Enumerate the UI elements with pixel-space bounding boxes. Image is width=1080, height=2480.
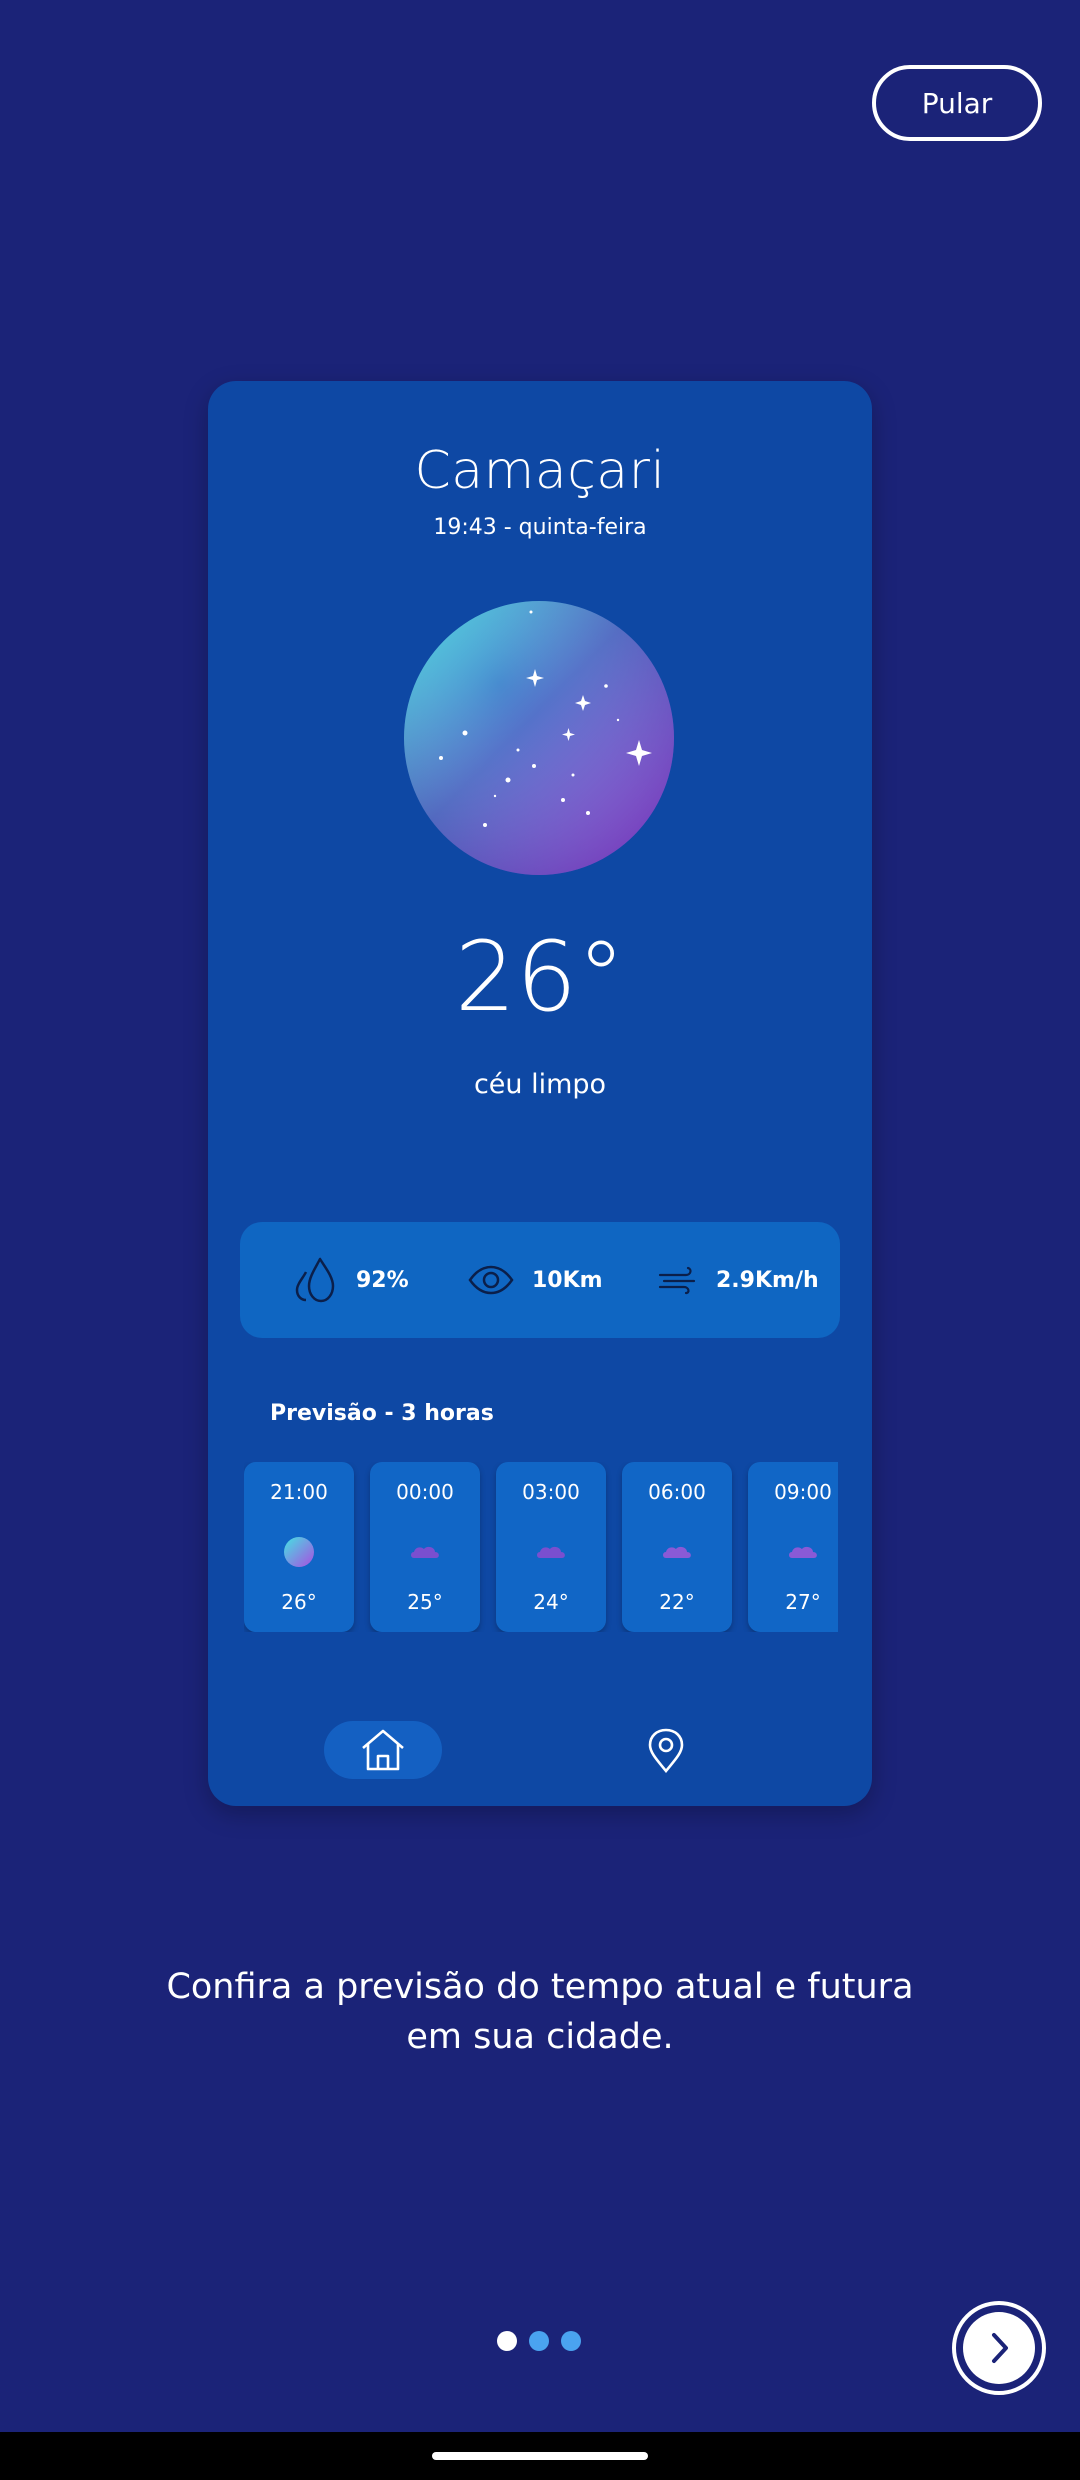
- nav-location-button[interactable]: [634, 1721, 698, 1779]
- cloud-icon: [663, 1546, 691, 1558]
- visibility-stat: 10Km: [468, 1222, 603, 1338]
- wind-value: 2.9Km/h: [716, 1267, 819, 1293]
- wind-icon: [658, 1266, 696, 1295]
- nav-home-button[interactable]: [324, 1721, 442, 1779]
- cloud-icon: [411, 1546, 439, 1558]
- forecast-item: 00:00 25°: [370, 1462, 480, 1632]
- forecast-item: 21:00 26°: [244, 1462, 354, 1632]
- humidity-stat: 92%: [292, 1222, 409, 1338]
- eye-icon: [468, 1265, 514, 1295]
- skip-button[interactable]: Pular: [872, 65, 1042, 141]
- visibility-value: 10Km: [532, 1267, 603, 1293]
- cloud-icon: [789, 1546, 817, 1558]
- cloud-icon: [537, 1546, 565, 1558]
- forecast-title: Previsão - 3 horas: [270, 1401, 494, 1426]
- forecast-time: 00:00: [396, 1480, 454, 1504]
- forecast-temp: 26°: [281, 1590, 317, 1614]
- clear-night-orb-icon: [404, 601, 674, 875]
- forecast-item: 09:00 27°: [748, 1462, 838, 1632]
- weather-preview-card: Camaçari 19:43 - quinta-feira 26° céu li…: [208, 381, 872, 1806]
- forecast-item: 03:00 24°: [496, 1462, 606, 1632]
- weather-stats-panel: 92% 10Km 2.9Km/h: [240, 1222, 840, 1338]
- forecast-time: 03:00: [522, 1480, 580, 1504]
- system-navigation-bar: [0, 2432, 1080, 2480]
- onboarding-description: Confira a previsão do tempo atual e futu…: [166, 1967, 914, 2057]
- page-dot: [529, 2331, 549, 2351]
- humidity-value: 92%: [356, 1267, 409, 1293]
- forecast-item: 06:00 22°: [622, 1462, 732, 1632]
- current-temperature: 26°: [454, 921, 626, 1033]
- next-button-inner: [963, 2312, 1035, 2384]
- chevron-right-icon: [992, 2333, 1008, 2363]
- forecast-time: 06:00: [648, 1480, 706, 1504]
- forecast-temp: 25°: [407, 1590, 443, 1614]
- page-dot-active: [497, 2331, 517, 2351]
- weather-condition: céu limpo: [473, 1069, 607, 1100]
- city-name: Camaçari: [414, 441, 666, 501]
- night-orb-icon: [284, 1537, 314, 1567]
- wind-stat: 2.9Km/h: [658, 1222, 819, 1338]
- forecast-time: 21:00: [270, 1480, 328, 1504]
- location-pin-icon: [648, 1728, 684, 1773]
- home-indicator[interactable]: [432, 2452, 648, 2460]
- home-icon: [362, 1729, 404, 1771]
- next-button[interactable]: [952, 2301, 1046, 2395]
- forecast-time: 09:00: [774, 1480, 832, 1504]
- date-time: 19:43 - quinta-feira: [433, 515, 647, 540]
- page-dot: [561, 2331, 581, 2351]
- hourly-forecast-list: 21:00 26° 00:00 25° 03:00 24° 06:00 22° …: [244, 1462, 838, 1632]
- forecast-temp: 27°: [785, 1590, 821, 1614]
- forecast-temp: 24°: [533, 1590, 569, 1614]
- humidity-drops-icon: [295, 1257, 335, 1303]
- forecast-temp: 22°: [659, 1590, 695, 1614]
